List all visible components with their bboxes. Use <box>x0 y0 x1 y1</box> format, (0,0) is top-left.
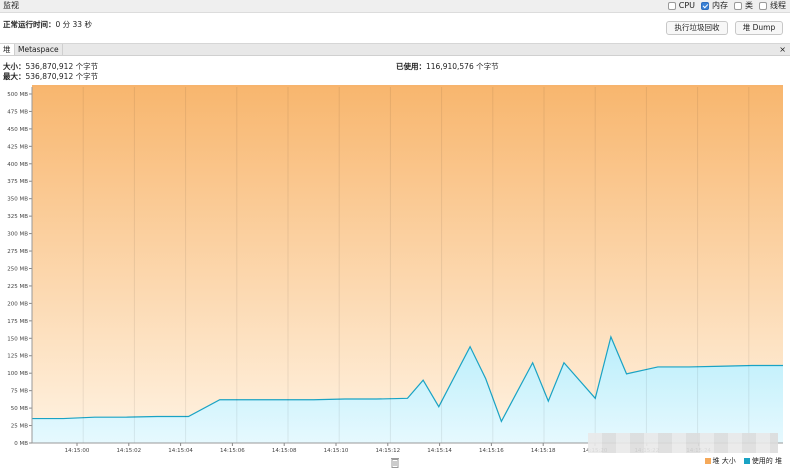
y-tick-label: 225 MB <box>7 284 28 290</box>
x-tick-label: 14:15:06 <box>220 448 245 454</box>
y-tick-label: 500 MB <box>7 92 28 98</box>
legend-swatch <box>743 458 750 464</box>
legend-heap-size-label: 堆 大小 <box>712 457 736 465</box>
y-tick-label: 50 MB <box>11 406 28 412</box>
x-tick-label: 14:15:04 <box>168 448 193 454</box>
y-tick-label: 0 MB <box>14 441 28 447</box>
legend-heap-used-label: 使用的 堆 <box>751 457 782 465</box>
legend-swatch <box>704 458 711 464</box>
y-tick-label: 375 MB <box>7 179 28 185</box>
legend-heap-size: 堆 大小 <box>704 456 736 466</box>
y-tick-label: 150 MB <box>7 336 28 342</box>
y-tick-label: 250 MB <box>7 266 28 272</box>
y-tick-label: 75 MB <box>11 389 28 395</box>
x-tick-label: 14:15:10 <box>324 448 349 454</box>
obscured-region <box>588 433 778 453</box>
y-tick-label: 275 MB <box>7 249 28 255</box>
y-tick-label: 300 MB <box>7 232 28 238</box>
y-tick-label: 200 MB <box>7 301 28 307</box>
x-tick-label: 14:15:00 <box>65 448 90 454</box>
x-tick-label: 14:15:02 <box>116 448 141 454</box>
heap-chart: 0 MB 25 MB 50 MB 75 MB 100 MB 125 MB 150 MB 175… <box>7 85 783 454</box>
x-tick-label: 14:15:12 <box>375 448 400 454</box>
y-tick-label: 350 MB <box>7 197 28 203</box>
chart-legend: 堆 大小 使用的 堆 <box>704 456 782 466</box>
x-tick-label: 14:15:16 <box>479 448 504 454</box>
trash-icon[interactable] <box>390 456 400 468</box>
x-tick-label: 14:15:18 <box>531 448 556 454</box>
y-tick-label: 125 MB <box>7 354 28 360</box>
x-tick-label: 14:15:08 <box>272 448 297 454</box>
legend-heap-used: 使用的 堆 <box>743 456 782 466</box>
y-tick-label: 325 MB <box>7 214 28 220</box>
y-tick-label: 450 MB <box>7 127 28 133</box>
y-tick-label: 400 MB <box>7 162 28 168</box>
x-tick-label: 14:15:14 <box>427 448 452 454</box>
y-tick-label: 100 MB <box>7 371 28 377</box>
y-tick-label: 25 MB <box>11 424 28 430</box>
y-tick-label: 175 MB <box>7 319 28 325</box>
y-tick-label: 475 MB <box>7 109 28 115</box>
y-tick-label: 425 MB <box>7 144 28 150</box>
